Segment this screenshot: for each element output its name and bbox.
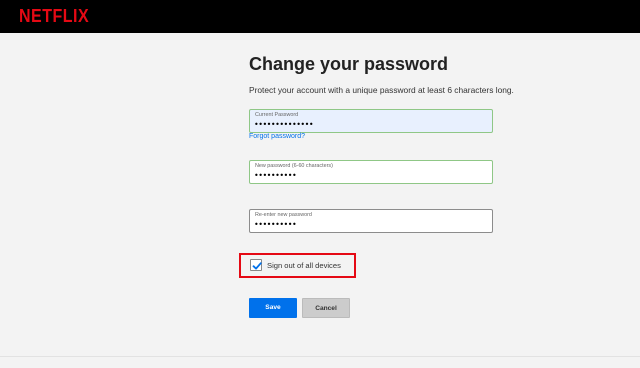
page-subtitle: Protect your account with a unique passw… bbox=[249, 85, 514, 95]
current-password-field[interactable]: Current Password •••••••••••••• bbox=[249, 109, 493, 133]
new-password-value: •••••••••• bbox=[254, 171, 297, 180]
cancel-button[interactable]: Cancel bbox=[302, 298, 350, 318]
new-password-label: New password (6-60 characters) bbox=[255, 163, 333, 169]
top-navigation-bar: NETFLIX bbox=[0, 0, 640, 33]
signout-checkbox[interactable] bbox=[250, 259, 262, 271]
current-password-value: •••••••••••••• bbox=[254, 120, 314, 129]
current-password-label: Current Password bbox=[255, 112, 299, 118]
netflix-logo[interactable]: NETFLIX bbox=[19, 7, 89, 28]
signout-checkbox-label[interactable]: Sign out of all devices bbox=[267, 261, 341, 270]
forgot-password-link[interactable]: Forgot password? bbox=[249, 133, 305, 140]
save-button[interactable]: Save bbox=[249, 298, 297, 318]
page-title: Change your password bbox=[249, 54, 449, 74]
footer-divider bbox=[0, 356, 640, 357]
reenter-password-value: •••••••••• bbox=[254, 220, 297, 229]
new-password-field[interactable]: New password (6-60 characters) •••••••••… bbox=[249, 160, 493, 184]
reenter-password-label: Re-enter new password bbox=[255, 212, 312, 218]
checkmark-icon bbox=[252, 262, 262, 270]
reenter-password-field[interactable]: Re-enter new password •••••••••• bbox=[249, 209, 493, 233]
